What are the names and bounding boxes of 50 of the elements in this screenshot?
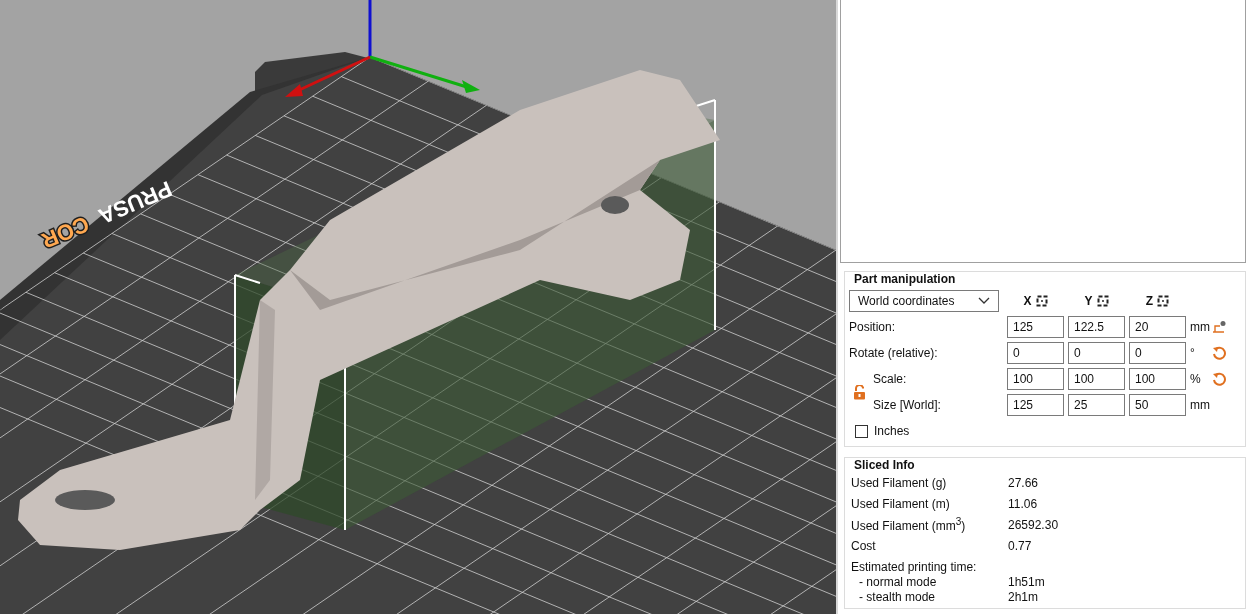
value-field[interactable]: 0 — [1068, 342, 1125, 364]
info-label: Used Filament (g) — [851, 475, 948, 490]
reset-icon[interactable] — [1212, 371, 1226, 387]
axis-icon[interactable] — [1035, 295, 1048, 307]
value-field[interactable]: 100 — [1129, 368, 1186, 390]
value-field[interactable]: 25 — [1068, 394, 1125, 416]
info-label: Cost — [851, 538, 877, 553]
row-label: Size [World]: — [873, 398, 942, 412]
inches-checkbox[interactable] — [855, 424, 868, 438]
drop-to-bed-icon[interactable] — [1212, 320, 1226, 334]
axes-icon — [285, 0, 480, 97]
unit-label: % — [1190, 372, 1202, 386]
info-label: - normal mode — [858, 574, 938, 589]
coordinates-dropdown[interactable]: World coordinates — [849, 290, 999, 312]
axis-icon[interactable] — [1096, 295, 1109, 307]
row-label: Position: — [849, 320, 897, 334]
row-label: Scale: — [873, 372, 908, 386]
info-value: 1h51m — [1008, 574, 1045, 589]
bed-logo-text: COR — [37, 211, 93, 254]
info-label: Used Filament (m) — [851, 496, 951, 511]
unit-label: mm — [1190, 398, 1208, 412]
value-field[interactable]: 0 — [1129, 342, 1186, 364]
reset-icon[interactable] — [1212, 345, 1226, 361]
value-field[interactable]: 50 — [1129, 394, 1186, 416]
value-field[interactable]: 100 — [1068, 368, 1125, 390]
info-value: 26592.30 — [1008, 517, 1059, 532]
axis-label: X — [1023, 294, 1032, 308]
unit-label: ° — [1190, 346, 1196, 360]
chevron-down-icon — [978, 297, 990, 305]
info-value: 0.77 — [1008, 538, 1032, 553]
value-field[interactable]: 100 — [1007, 368, 1064, 390]
value-field[interactable]: 125 — [1007, 316, 1064, 338]
checkbox-label: Inches — [874, 424, 910, 438]
value-field[interactable]: 0 — [1007, 342, 1064, 364]
info-value: 11.06 — [1008, 496, 1038, 511]
unit-label: mm — [1190, 320, 1208, 334]
info-value: 2h1m — [1008, 589, 1039, 604]
info-value: 27.66 — [1008, 475, 1039, 490]
value-field[interactable]: 20 — [1129, 316, 1186, 338]
info-label: - stealth mode — [858, 589, 937, 604]
group-title: Sliced Info — [851, 458, 918, 472]
value-field[interactable]: 122.5 — [1068, 316, 1125, 338]
info-label: Used Filament (mm$^{3}$) — [851, 516, 967, 533]
axis-icon[interactable] — [1157, 295, 1170, 307]
value-field[interactable]: 125 — [1007, 394, 1064, 416]
info-label: Estimated printing time: — [850, 560, 978, 574]
axis-label: Z — [1145, 294, 1154, 308]
axis-label: Y — [1084, 294, 1093, 308]
row-label: Rotate (relative): — [849, 346, 939, 360]
lock-icon[interactable] — [852, 384, 866, 400]
